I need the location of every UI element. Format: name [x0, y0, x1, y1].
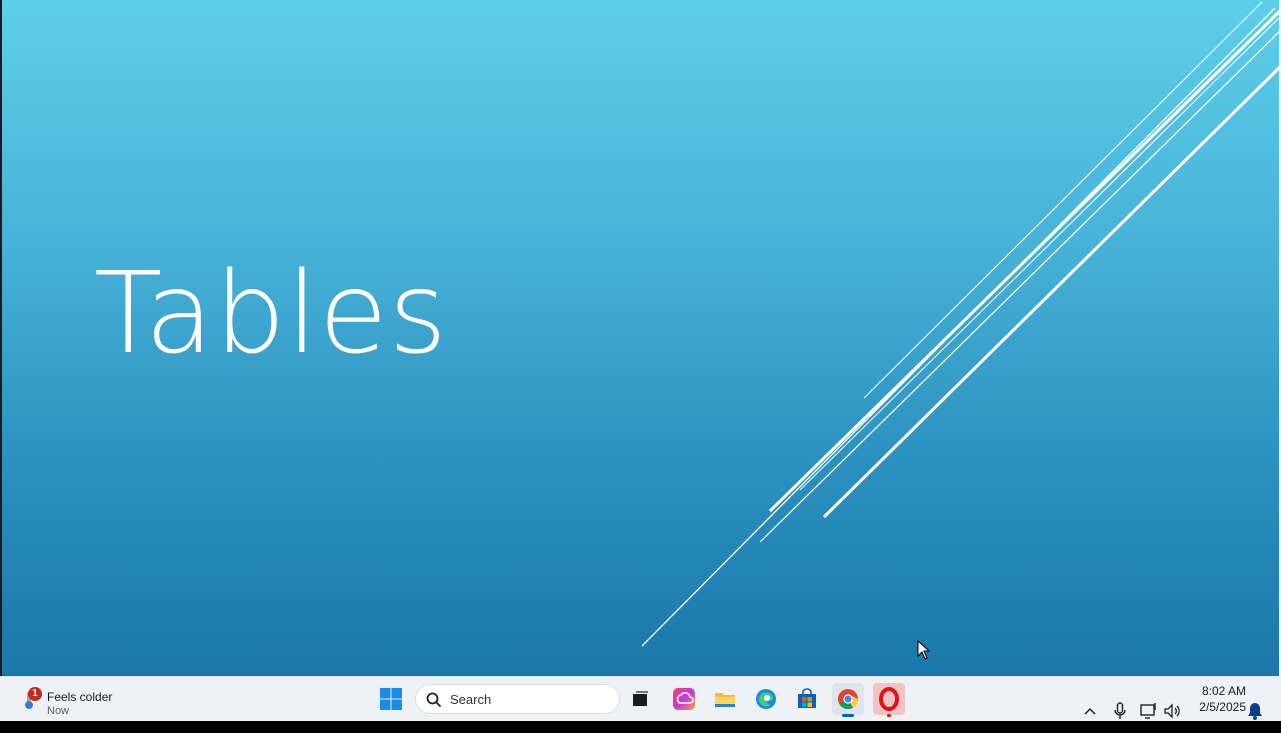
search-placeholder: Search	[450, 692, 492, 707]
mouse-cursor-icon	[917, 640, 931, 660]
deco-line	[822, 64, 1281, 519]
microphone-icon[interactable]	[1110, 689, 1130, 733]
deco-line	[799, 15, 1281, 491]
chrome-button[interactable]	[832, 683, 864, 717]
weather-subtext: Now	[47, 705, 70, 717]
creative-cloud-button[interactable]	[668, 683, 700, 715]
edge-icon	[756, 689, 776, 709]
windows-start-icon[interactable]	[378, 686, 404, 712]
slide-title[interactable]: Tables	[94, 258, 448, 370]
network-icon[interactable]	[1139, 689, 1159, 733]
taskbar-search-box[interactable]: Search	[415, 684, 620, 714]
chrome-icon	[838, 689, 859, 710]
search-icon	[426, 692, 442, 708]
opera-icon	[879, 687, 899, 711]
file-explorer-button[interactable]	[709, 683, 741, 715]
task-view-icon	[633, 691, 648, 706]
task-view-button[interactable]	[624, 683, 656, 715]
opera-button[interactable]	[873, 683, 905, 717]
active-indicator	[842, 714, 854, 717]
file-explorer-icon	[715, 693, 735, 707]
edge-button[interactable]	[750, 683, 782, 715]
chevron-up-icon[interactable]	[1080, 689, 1100, 733]
presentation-slide: Tables	[0, 0, 1281, 676]
active-indicator	[887, 714, 891, 717]
clock-date: 2/5/2025	[1199, 700, 1246, 714]
system-clock[interactable]: 8:02 AM 2/5/2025	[1190, 683, 1246, 715]
store-button[interactable]	[791, 683, 823, 715]
weather-headline: Feels colder	[47, 690, 113, 704]
taskbar: 1 Feels colder Now Search 8:02 AM 2/5/20…	[0, 676, 1281, 721]
deco-line	[759, 29, 1281, 543]
notification-bell-icon[interactable]	[1247, 689, 1263, 733]
clock-time: 8:02 AM	[1201, 684, 1246, 698]
volume-icon[interactable]	[1162, 689, 1182, 733]
deco-line	[768, 8, 1281, 513]
creative-cloud-icon	[673, 688, 695, 710]
notification-badge: 1	[28, 687, 42, 701]
deco-line	[863, 1, 1263, 399]
store-icon	[798, 688, 816, 708]
weather-widget[interactable]: 1 Feels colder Now	[16, 683, 126, 717]
